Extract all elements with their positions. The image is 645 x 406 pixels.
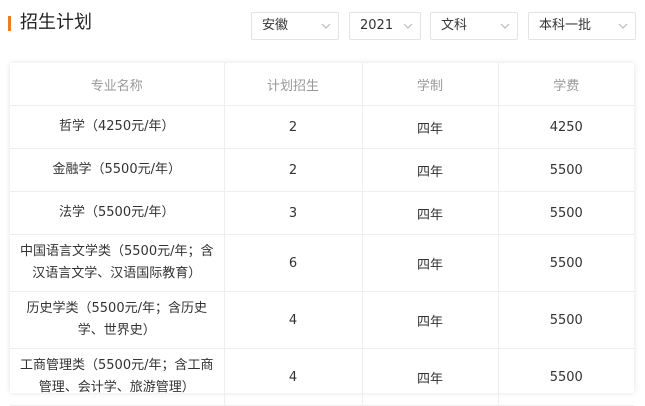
study-duration: 四年 <box>361 234 499 292</box>
province-select-value: 安徽 <box>262 18 289 33</box>
study-duration: 四年 <box>361 148 499 192</box>
table-row: 法学（5500元/年） 3 四年 5500 <box>10 191 634 235</box>
table-row: 金融学（5500元/年） 2 四年 5500 <box>10 148 634 192</box>
study-duration: 四年 <box>361 191 499 235</box>
plan-count: 3 <box>223 191 363 235</box>
table-row: 中国语言文学类（5500元/年；含汉语言文学、汉语国际教育） 6 四年 5500 <box>10 234 634 292</box>
tuition-fee: 4250 <box>497 105 634 149</box>
plan-count: 6 <box>223 234 363 292</box>
table-row: 哲学（4250元/年） 2 四年 4250 <box>10 105 634 149</box>
tuition-fee: 5500 <box>497 191 634 235</box>
year-select-value: 2021 <box>360 18 394 33</box>
chevron-down-icon <box>403 23 413 29</box>
section-title: 招生计划 <box>20 12 92 33</box>
study-duration: 四年 <box>361 291 499 349</box>
column-header-fee: 学费 <box>497 63 634 106</box>
plan-count: 4 <box>223 348 363 406</box>
study-duration: 四年 <box>361 348 499 406</box>
column-header-major: 专业名称 <box>10 63 225 106</box>
subject-select-value: 文科 <box>441 18 468 33</box>
major-name: 工商管理类（5500元/年；含工商管理、会计学、旅游管理） <box>10 348 225 406</box>
section-header: 招生计划 安徽 2021 文科 本科一批 <box>0 0 645 50</box>
chevron-down-icon <box>500 23 510 29</box>
tuition-fee: 5500 <box>497 234 634 292</box>
subject-select[interactable]: 文科 <box>430 12 518 40</box>
major-name: 金融学（5500元/年） <box>10 148 225 192</box>
major-name: 法学（5500元/年） <box>10 191 225 235</box>
tuition-fee: 5500 <box>497 148 634 192</box>
plan-count: 4 <box>223 291 363 349</box>
column-header-duration: 学制 <box>361 63 499 106</box>
table-row: 工商管理类（5500元/年；含工商管理、会计学、旅游管理） 4 四年 5500 <box>10 348 634 406</box>
title-accent-bar <box>8 16 11 31</box>
tuition-fee: 5500 <box>497 348 634 406</box>
year-select[interactable]: 2021 <box>349 12 421 40</box>
column-header-plan: 计划招生 <box>223 63 363 106</box>
chevron-down-icon <box>321 23 331 29</box>
major-name: 中国语言文学类（5500元/年；含汉语言文学、汉语国际教育） <box>10 234 225 292</box>
study-duration: 四年 <box>361 105 499 149</box>
chevron-down-icon <box>618 23 628 29</box>
batch-select[interactable]: 本科一批 <box>528 12 636 40</box>
plan-count: 2 <box>223 148 363 192</box>
enrollment-plan-table: 专业名称 计划招生 学制 学费 哲学（4250元/年） 2 四年 4250 金融… <box>10 63 634 406</box>
plan-count: 2 <box>223 105 363 149</box>
major-name: 哲学（4250元/年） <box>10 105 225 149</box>
province-select[interactable]: 安徽 <box>251 12 339 40</box>
batch-select-value: 本科一批 <box>539 18 592 33</box>
major-name: 历史学类（5500元/年；含历史学、世界史） <box>10 291 225 349</box>
table-header-row: 专业名称 计划招生 学制 学费 <box>10 63 634 106</box>
tuition-fee: 5500 <box>497 291 634 349</box>
table-row: 历史学类（5500元/年；含历史学、世界史） 4 四年 5500 <box>10 291 634 349</box>
